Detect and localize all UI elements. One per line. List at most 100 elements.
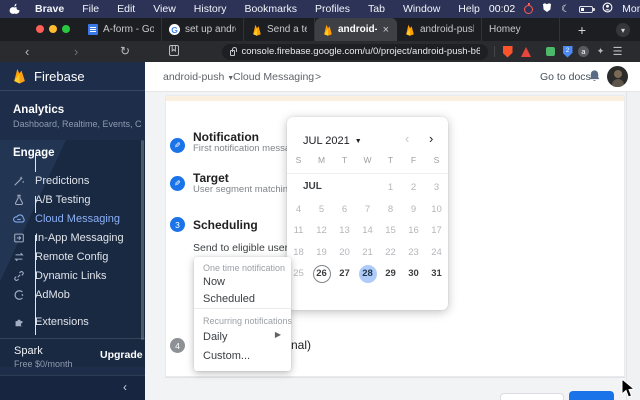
calendar-day[interactable]: 6: [333, 199, 356, 221]
menu-item-scheduled[interactable]: Scheduled ▶: [203, 293, 287, 339]
step1-edit-icon[interactable]: ✎: [170, 138, 185, 153]
go-to-docs-link[interactable]: Go to docs: [540, 71, 591, 83]
tab-a-form[interactable]: A-form - Google D: [80, 18, 162, 41]
calendar-day[interactable]: 13: [333, 220, 356, 242]
calendar-day[interactable]: 19: [310, 242, 333, 264]
collapse-chevron-icon[interactable]: ‹: [123, 380, 127, 394]
brave-shield-icon[interactable]: [501, 45, 514, 58]
review-button[interactable]: [569, 391, 614, 400]
menu-help[interactable]: Help: [449, 3, 489, 15]
calendar-day[interactable]: 5: [310, 199, 333, 221]
tab-search-button[interactable]: ▾: [616, 23, 630, 37]
sidebar-item-predictions[interactable]: Predictions: [0, 171, 145, 190]
new-tab-button[interactable]: +: [572, 20, 592, 39]
sidebar-item-extensions[interactable]: Extensions: [0, 312, 145, 331]
calendar-day[interactable]: 27: [333, 263, 356, 285]
calendar-day[interactable]: 9: [402, 199, 425, 221]
tab-close-icon[interactable]: ×: [382, 24, 390, 36]
calendar-day[interactable]: 21: [356, 242, 379, 264]
close-window-button[interactable]: [36, 25, 44, 33]
apple-menu-icon[interactable]: [9, 3, 20, 15]
blue-shield-icon[interactable]: 2: [561, 45, 574, 58]
menu-window[interactable]: Window: [394, 3, 449, 15]
calendar-day[interactable]: 22: [379, 242, 402, 264]
calendar-day[interactable]: 16: [402, 220, 425, 242]
step2-edit-icon[interactable]: ✎: [170, 176, 185, 191]
menu-item-custom[interactable]: Custom...: [203, 350, 287, 362]
menu-view[interactable]: View: [144, 3, 185, 15]
breadcrumb-section[interactable]: Cloud Messaging: [233, 71, 314, 83]
address-field[interactable]: console.firebase.google.com/u/0/project/…: [222, 43, 488, 60]
sidebar-section-analytics[interactable]: Analytics Dashboard, Realtime, Events, C…: [13, 104, 141, 129]
tab-homey[interactable]: Homey: [482, 18, 560, 41]
adblock-triangle-icon[interactable]: [519, 45, 532, 58]
calendar-day[interactable]: 20: [333, 242, 356, 264]
green-extension-icon[interactable]: [544, 45, 557, 58]
menu-brave[interactable]: Brave: [26, 3, 73, 15]
sidebar-scrollbar[interactable]: [141, 140, 144, 340]
sidebar-item-remote-config[interactable]: Remote Config: [0, 247, 145, 266]
extension-star-icon[interactable]: ✦: [594, 45, 607, 58]
sidebar-item-cloud-messaging[interactable]: Cloud Messaging: [0, 209, 145, 228]
calendar-day[interactable]: 8: [379, 199, 402, 221]
calendar-day[interactable]: 24: [425, 242, 448, 264]
calendar-day[interactable]: 29: [379, 263, 402, 285]
menu-tab[interactable]: Tab: [359, 3, 394, 15]
reload-icon[interactable]: ↻: [120, 41, 130, 62]
sidebar-item-admob[interactable]: AdMob: [0, 285, 145, 304]
sidebar-collapse-bar[interactable]: ‹: [0, 375, 145, 400]
brave-status-icon[interactable]: [542, 2, 552, 16]
back-button[interactable]: [500, 393, 564, 400]
sidebar-item-in-app-messaging[interactable]: In-App Messaging: [0, 228, 145, 247]
account-avatar[interactable]: [607, 66, 628, 87]
menu-item-now[interactable]: Now: [203, 276, 287, 288]
menu-item-daily[interactable]: Daily: [203, 331, 287, 343]
zoom-window-button[interactable]: [62, 25, 70, 33]
tab-android-push-2[interactable]: android-push – C: [397, 18, 482, 41]
bookmark-panel-icon[interactable]: [169, 40, 179, 63]
menu-profiles[interactable]: Profiles: [306, 3, 359, 15]
calendar-day[interactable]: 11: [287, 220, 310, 242]
calendar-day[interactable]: 4: [287, 199, 310, 221]
notifications-bell-icon[interactable]: [588, 69, 601, 88]
back-icon[interactable]: ‹: [25, 41, 29, 62]
tab-set-up-android[interactable]: G set up android pu: [162, 18, 244, 41]
menubar-clock[interactable]: Mon 26 Jul 4:52: [622, 3, 640, 15]
calendar-next-icon[interactable]: ›: [429, 131, 433, 146]
calendar-day[interactable]: 3: [425, 177, 448, 199]
calendar-day[interactable]: 17: [425, 220, 448, 242]
minimize-window-button[interactable]: [49, 25, 57, 33]
calendar-day[interactable]: 31: [425, 263, 448, 285]
focus-moon-icon[interactable]: ☾: [561, 4, 570, 15]
stopwatch-icon[interactable]: [524, 2, 534, 14]
user-switch-icon[interactable]: [602, 2, 613, 16]
calendar-day[interactable]: 1: [379, 177, 402, 199]
page-scrollbar-track[interactable]: [626, 92, 640, 400]
menu-bookmarks[interactable]: Bookmarks: [235, 3, 306, 15]
calendar-day-today[interactable]: 26: [310, 263, 333, 285]
calendar-day[interactable]: 23: [402, 242, 425, 264]
calendar-day[interactable]: 14: [356, 220, 379, 242]
adguard-icon[interactable]: a: [577, 45, 590, 58]
sidebar-item-dynamic-links[interactable]: Dynamic Links: [0, 266, 145, 285]
calendar-day[interactable]: 12: [310, 220, 333, 242]
calendar-day[interactable]: 15: [379, 220, 402, 242]
upgrade-button[interactable]: Upgrade: [100, 349, 143, 361]
browser-menu-icon[interactable]: ☰: [611, 45, 624, 58]
calendar-day[interactable]: 10: [425, 199, 448, 221]
firebase-brand[interactable]: Firebase: [0, 62, 145, 91]
sidebar-item-ab-testing[interactable]: A/B Testing: [0, 190, 145, 209]
menu-history[interactable]: History: [185, 3, 236, 15]
project-selector[interactable]: android-push ▼: [163, 71, 234, 83]
forward-icon[interactable]: ›: [74, 41, 78, 62]
calendar-day[interactable]: 7: [356, 199, 379, 221]
tab-send-test-message[interactable]: Send a test mess: [244, 18, 315, 41]
send-to-eligible-users-select[interactable]: Send to eligible users: [193, 242, 293, 254]
calendar-day[interactable]: 30: [402, 263, 425, 285]
battery-icon[interactable]: [579, 5, 596, 13]
calendar-month-selector[interactable]: JUL 2021 ▼: [303, 135, 362, 147]
calendar-prev-icon[interactable]: ‹: [405, 131, 409, 146]
menu-edit[interactable]: Edit: [108, 3, 144, 15]
menu-file[interactable]: File: [73, 3, 108, 15]
calendar-day[interactable]: 2: [402, 177, 425, 199]
